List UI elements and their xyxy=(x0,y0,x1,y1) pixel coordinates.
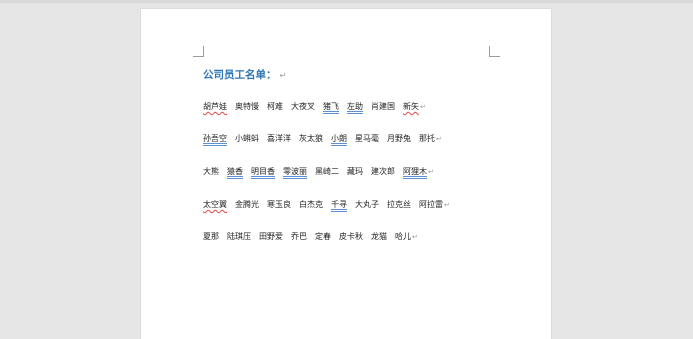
employee-name: 大丸子 xyxy=(355,200,379,209)
employee-name: 月野兔 xyxy=(387,134,411,143)
window-top-strip xyxy=(0,0,693,3)
employee-name: 那托 xyxy=(419,134,435,143)
name-row: 夏那 陆琪压 田野爱 乔巴 定春 皮卡秋 龙猫 哈儿 ↵ xyxy=(203,231,418,243)
employee-name: 建次郎 xyxy=(371,167,395,176)
employee-name: 金腾光 xyxy=(235,200,259,209)
employee-name: 夏那 xyxy=(203,232,219,241)
name-row: 太空翼 金腾光 寒玉良 白杰克 千寻 大丸子 拉克丝 阿拉雷 ↵ xyxy=(203,199,450,211)
title-text: 公司员工名单： xyxy=(203,69,277,81)
employee-name: 太空翼 xyxy=(203,200,227,209)
employee-name: 猿香 xyxy=(227,167,243,176)
employee-name: 明目香 xyxy=(251,167,275,176)
employee-name: 哈儿 xyxy=(395,232,411,241)
name-row: 大熊 猿香 明目香 零波丽 黑崎二 藏玛 建次郎 阿狸木 ↵ xyxy=(203,166,434,178)
employee-name: 阿拉雷 xyxy=(419,200,443,209)
employee-name: 新矢 xyxy=(403,102,419,111)
paragraph-mark-icon: ↵ xyxy=(436,135,442,143)
employee-name: 龙猫 xyxy=(371,232,387,241)
employee-name: 定春 xyxy=(315,232,331,241)
margin-corner-top-left xyxy=(193,46,204,57)
employee-name: 阿狸木 xyxy=(403,167,427,176)
employee-name: 灰太狼 xyxy=(299,134,323,143)
employee-name: 零波丽 xyxy=(283,167,307,176)
employee-name: 柯难 xyxy=(267,102,283,111)
name-row: 孙吾空 小蝌蚪 喜洋洋 灰太狼 小朗 星马毫 月野兔 那托 ↵ xyxy=(203,133,442,145)
employee-name: 小朗 xyxy=(331,134,347,143)
employee-name: 猪飞 xyxy=(323,102,339,111)
document-page[interactable]: 公司员工名单： ↵ 胡芦娃 奥特慢 柯难 大夜叉 猪飞 左助 肖建国 新矢 ↵ 孙吾空 小蝌蚪 喜洋洋灰… xyxy=(141,9,551,339)
employee-name: 白杰克 xyxy=(299,200,323,209)
paragraph-mark-icon: ↵ xyxy=(279,71,287,80)
employee-name: 小蝌蚪 xyxy=(235,134,259,143)
employee-name: 胡芦娃 xyxy=(203,102,227,111)
employee-name: 千寻 xyxy=(331,200,347,209)
employee-name: 奥特慢 xyxy=(235,102,259,111)
employee-name: 乔巴 xyxy=(291,232,307,241)
employee-name: 喜洋洋 xyxy=(267,134,291,143)
employee-name: 左助 xyxy=(347,102,363,111)
employee-name: 大熊 xyxy=(203,167,219,176)
employee-name: 寒玉良 xyxy=(267,200,291,209)
employee-name: 孙吾空 xyxy=(203,134,227,143)
margin-corner-top-right xyxy=(489,46,500,57)
employee-name: 星马毫 xyxy=(355,134,379,143)
employee-name: 藏玛 xyxy=(347,167,363,176)
employee-name: 大夜叉 xyxy=(291,102,315,111)
employee-name: 黑崎二 xyxy=(315,167,339,176)
employee-name: 陆琪压 xyxy=(227,232,251,241)
document-title: 公司员工名单： ↵ xyxy=(203,68,286,83)
employee-name: 皮卡秋 xyxy=(339,232,363,241)
paragraph-mark-icon: ↵ xyxy=(420,103,426,111)
paragraph-mark-icon: ↵ xyxy=(444,201,450,209)
name-row: 胡芦娃 奥特慢 柯难 大夜叉 猪飞 左助 肖建国 新矢 ↵ xyxy=(203,101,426,113)
employee-name: 肖建国 xyxy=(371,102,395,111)
paragraph-mark-icon: ↵ xyxy=(428,168,434,176)
employee-name: 田野爱 xyxy=(259,232,283,241)
employee-name: 拉克丝 xyxy=(387,200,411,209)
paragraph-mark-icon: ↵ xyxy=(412,233,418,241)
